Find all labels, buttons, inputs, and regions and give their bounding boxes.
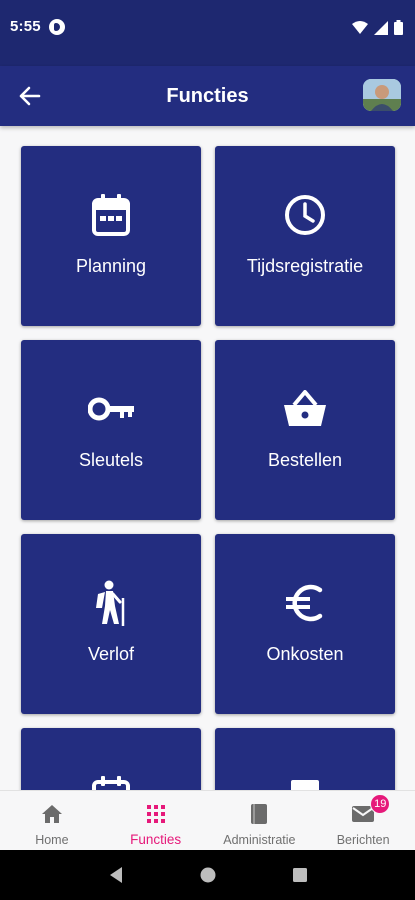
status-time: 5:55 xyxy=(10,18,41,35)
user-avatar[interactable] xyxy=(363,79,401,111)
nav-item-administratie[interactable]: Administratie xyxy=(208,791,312,850)
notification-icon xyxy=(48,19,65,35)
grid-icon xyxy=(146,805,165,823)
nav-item-functies[interactable]: Functies xyxy=(104,791,208,850)
system-recents-icon[interactable] xyxy=(292,867,308,883)
tile-sleutels[interactable]: Sleutels xyxy=(21,340,201,520)
book-icon xyxy=(251,804,268,824)
tile-bestellen[interactable]: Bestellen xyxy=(215,340,395,520)
tile-verlof[interactable]: Verlof xyxy=(21,534,201,714)
system-home-icon[interactable] xyxy=(199,866,217,884)
clock-icon xyxy=(285,195,325,235)
nav-label: Administratie xyxy=(223,833,296,847)
tile-label: Tijdsregistratie xyxy=(246,256,364,276)
tile-onkosten[interactable]: Onkosten xyxy=(215,534,395,714)
nav-item-home[interactable]: Home xyxy=(0,791,104,850)
battery-icon xyxy=(394,20,403,35)
tile-label: Bestellen xyxy=(267,450,343,470)
status-icons xyxy=(352,20,403,35)
arrow-left-icon xyxy=(19,86,41,106)
basket-icon xyxy=(284,390,326,426)
home-icon xyxy=(41,805,62,823)
nav-label: Home xyxy=(35,833,69,847)
page-title: Functies xyxy=(166,84,249,107)
nav-label: Berichten xyxy=(336,833,390,847)
app-bar: Functies xyxy=(0,66,415,126)
document-icon xyxy=(291,780,319,790)
nav-label: Functies xyxy=(130,832,182,847)
tile-partial-right[interactable] xyxy=(215,728,395,790)
signal-icon xyxy=(374,20,388,35)
tile-tijdsregistratie[interactable]: Tijdsregistratie xyxy=(215,146,395,326)
system-back-icon[interactable] xyxy=(108,866,124,884)
status-bar: 5:55 xyxy=(0,0,415,66)
wifi-icon xyxy=(352,20,368,34)
tile-planning[interactable]: Planning xyxy=(21,146,201,326)
functions-grid: Planning Tijdsregistratie Sleutels Beste… xyxy=(0,126,415,790)
tile-label: Onkosten xyxy=(266,644,344,664)
unread-badge: 19 xyxy=(370,794,391,814)
tile-label: Sleutels xyxy=(78,450,144,470)
system-navigation-bar xyxy=(0,850,415,900)
calendar-icon xyxy=(92,194,130,236)
back-button[interactable] xyxy=(14,82,46,110)
key-icon xyxy=(88,397,134,421)
calendar-icon xyxy=(92,776,130,790)
hiker-icon xyxy=(96,580,125,626)
bottom-navigation: Home Functies Administratie 19 Berichten xyxy=(0,790,415,850)
tile-label: Planning xyxy=(75,256,147,276)
nav-item-berichten[interactable]: 19 Berichten xyxy=(311,791,415,850)
tile-label: Verlof xyxy=(87,644,135,664)
tile-partial-left[interactable] xyxy=(21,728,201,790)
euro-icon xyxy=(286,584,323,622)
avatar-photo xyxy=(363,79,401,111)
